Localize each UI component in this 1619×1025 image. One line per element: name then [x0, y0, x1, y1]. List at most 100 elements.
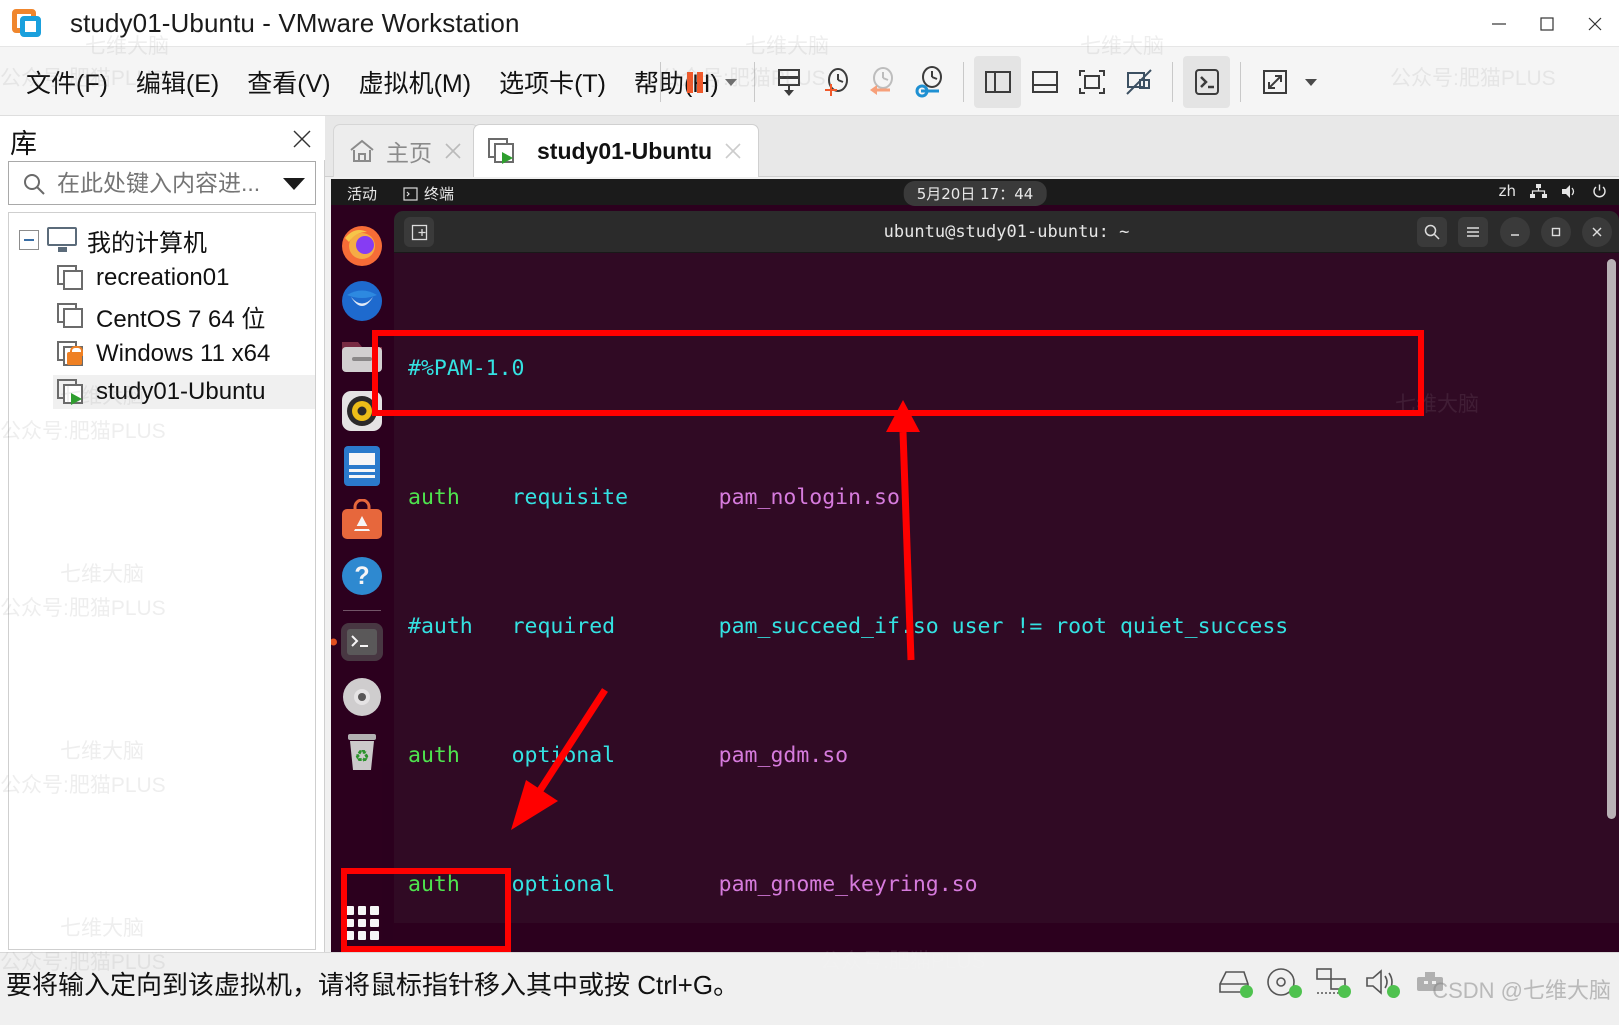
menu-view[interactable]: 查看(V) [235, 60, 342, 104]
maximize-button[interactable] [1523, 0, 1571, 47]
tab-strip: 主页 study01-Ubuntu [325, 116, 1619, 177]
library-tree: 我的计算机 recreation01 CentOS 7 64 位 Windows… [8, 212, 316, 950]
tree-item-label: study01-Ubuntu [96, 378, 266, 405]
main-toolbar [650, 47, 1324, 116]
library-search-box[interactable] [8, 161, 316, 205]
take-snapshot-button[interactable] [765, 56, 812, 108]
close-icon[interactable] [722, 140, 744, 162]
close-icon[interactable] [1582, 217, 1612, 247]
csdn-watermark: CSDN @七维大脑 [1432, 978, 1611, 1003]
clock[interactable]: 5月20日 17：44 [903, 181, 1047, 206]
trash-icon: ♻ [348, 734, 376, 770]
tree-root-my-computer[interactable]: 我的计算机 [9, 221, 315, 259]
vm-running-icon [488, 138, 518, 164]
menu-tabs[interactable]: 选项卡(T) [487, 60, 618, 104]
menu-toolbar: 文件(F) 编辑(E) 查看(V) 虚拟机(M) 选项卡(T) 帮助(H) [0, 47, 1619, 116]
dock-item-disc[interactable] [338, 673, 386, 721]
toolbar-separator [754, 61, 755, 102]
collapse-icon[interactable] [19, 230, 39, 250]
close-button[interactable] [1571, 0, 1619, 47]
toolbar-separator [1240, 61, 1241, 102]
snapshot-manager-button[interactable] [906, 56, 953, 108]
help-icon: ? [342, 557, 382, 595]
terminal-icon [403, 186, 418, 201]
ubuntu-software-icon [342, 499, 382, 539]
tab-home-label: 主页 [386, 140, 432, 166]
firefox-icon [342, 226, 382, 266]
dock-item-ubuntu-software[interactable] [338, 497, 386, 545]
tree-item-study01-ubuntu[interactable]: study01-Ubuntu [9, 373, 315, 411]
status-device-icons [1217, 967, 1447, 998]
library-title: 库 [10, 129, 37, 159]
gnome-dock: ? ♻ [331, 205, 393, 952]
suspend-button[interactable] [671, 56, 718, 108]
terminal-title-bar: ubuntu@study01-ubuntu: ~ [394, 211, 1619, 253]
dock-item-firefox[interactable] [338, 222, 386, 270]
volume-icon [1562, 184, 1575, 198]
chevron-down-icon[interactable] [283, 178, 305, 190]
maximize-icon[interactable] [1541, 217, 1571, 247]
disc-icon [343, 678, 381, 716]
vm-locked-icon [57, 341, 87, 367]
vm-running-icon [57, 379, 87, 405]
svg-text:?: ? [354, 562, 369, 590]
library-header: 库 [0, 116, 325, 160]
snapshot-add-button[interactable] [812, 56, 859, 108]
menu-vm[interactable]: 虚拟机(M) [347, 60, 483, 104]
terminal-scrollbar[interactable] [1607, 259, 1616, 819]
revert-snapshot-button[interactable] [859, 56, 906, 108]
hamburger-menu-icon[interactable] [1458, 217, 1488, 247]
new-tab-icon[interactable] [404, 217, 434, 247]
active-app-indicator[interactable]: 终端 [403, 183, 454, 204]
vm-icon [57, 303, 87, 329]
dock-item-thunderbird[interactable] [338, 277, 386, 325]
terminal-window[interactable]: ubuntu@study01-ubuntu: ~ #%PAM-1.0 auth … [394, 211, 1619, 923]
dock-item-terminal[interactable] [331, 618, 386, 666]
terminal-line: auth requisite pam_nologin.so [408, 485, 900, 510]
search-icon[interactable] [1417, 217, 1447, 247]
terminal-icon [341, 623, 383, 661]
activities-button[interactable]: 活动 [347, 183, 377, 204]
running-indicator [331, 638, 337, 646]
vmware-workstation-window: study01-Ubuntu - VMware Workstation 文件(F… [0, 0, 1619, 1025]
unity-mode-button[interactable] [1115, 56, 1162, 108]
hard-disk-icon[interactable] [1217, 967, 1253, 998]
system-status-area[interactable]: zh [1499, 182, 1607, 200]
tree-item-centos7[interactable]: CentOS 7 64 位 [9, 297, 315, 335]
vm-guest-screen[interactable]: 活动 终端 5月20日 17：44 zh ? ♻ ubuntu@study01-… [331, 179, 1619, 952]
title-bar: study01-Ubuntu - VMware Workstation [0, 0, 1619, 47]
show-library-button[interactable] [974, 55, 1021, 108]
window-title: study01-Ubuntu - VMware Workstation [70, 8, 520, 38]
menu-edit[interactable]: 编辑(E) [124, 60, 231, 104]
search-input[interactable] [57, 166, 279, 200]
tab-home[interactable]: 主页 [333, 124, 479, 177]
tree-item-label: recreation01 [96, 264, 230, 291]
terminal-line: #auth required pam_succeed_if.so user !=… [408, 614, 1289, 639]
active-app-label: 终端 [424, 185, 455, 203]
power-dropdown-button[interactable] [718, 56, 744, 108]
console-view-button[interactable] [1183, 55, 1230, 108]
dock-item-libreoffice-writer[interactable] [338, 442, 386, 490]
close-icon[interactable] [442, 140, 464, 162]
enter-fullscreen-button[interactable] [1068, 56, 1115, 108]
dock-item-trash[interactable]: ♻ [338, 728, 386, 776]
sound-card-icon[interactable] [1364, 967, 1400, 998]
network-icon [1530, 183, 1547, 198]
stretch-dropdown-button[interactable] [1298, 56, 1324, 108]
tree-item-windows11[interactable]: Windows 11 x64 [9, 335, 315, 373]
tree-item-recreation01[interactable]: recreation01 [9, 259, 315, 297]
show-thumbnail-bar-button[interactable] [1021, 56, 1068, 108]
tree-item-label: Windows 11 x64 [96, 340, 271, 367]
my-computer-icon [47, 227, 79, 253]
tab-study01-ubuntu[interactable]: study01-Ubuntu [473, 124, 760, 177]
stretch-button[interactable] [1251, 56, 1298, 108]
dock-item-help[interactable]: ? [338, 552, 386, 600]
menu-file[interactable]: 文件(F) [14, 60, 120, 104]
cd-dvd-icon[interactable] [1266, 967, 1302, 998]
minimize-button[interactable] [1475, 0, 1523, 47]
status-message: 要将输入定向到该虚拟机，请将鼠标指针移入其中或按 Ctrl+G。 [6, 970, 740, 1000]
network-adapter-icon[interactable] [1315, 967, 1351, 998]
minimize-icon[interactable] [1500, 217, 1530, 247]
toolbar-separator [963, 61, 964, 102]
close-icon[interactable] [291, 128, 313, 150]
